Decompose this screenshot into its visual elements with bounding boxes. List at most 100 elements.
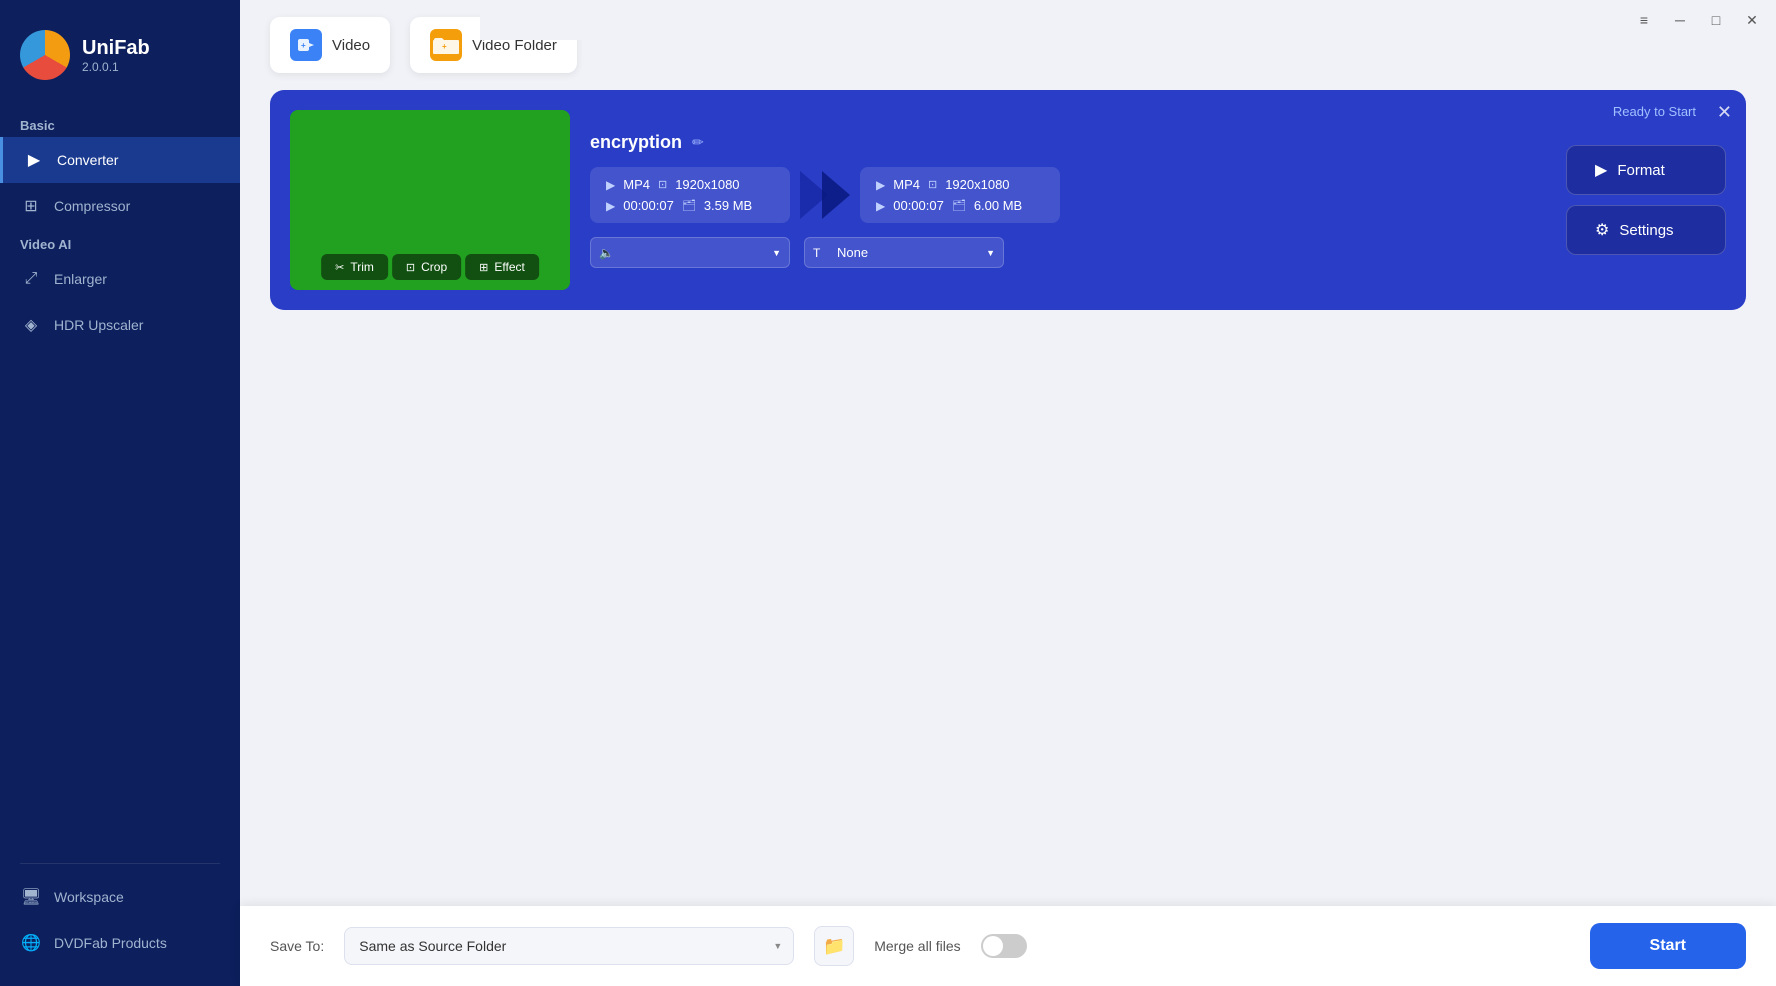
trim-button[interactable]: ✂ Trim xyxy=(321,254,388,280)
audio-select-wrapper: 🔈 ▼ xyxy=(590,237,790,268)
output-info-box: ▶ MP4 ⊡ 1920x1080 ▶ 00:00:07 🗂 6.00 MB xyxy=(860,167,1060,223)
right-buttons: ▶ Format ⚙ Settings xyxy=(1566,145,1726,255)
source-size: 3.59 MB xyxy=(704,198,752,213)
video-name: encryption xyxy=(590,132,682,153)
folder-browse-icon: 📁 xyxy=(823,936,845,957)
settings-btn-label: Settings xyxy=(1619,222,1673,239)
output-resolution: 1920x1080 xyxy=(945,177,1009,192)
minimize-button[interactable]: ─ xyxy=(1666,6,1694,34)
sidebar: UniFab 2.0.0.1 Basic ▶ Converter ⊞ Compr… xyxy=(0,0,240,986)
source-format-line: ▶ MP4 ⊡ 1920x1080 xyxy=(606,177,774,192)
output-size: 6.00 MB xyxy=(974,198,1022,213)
output-time-line: ▶ 00:00:07 🗂 6.00 MB xyxy=(876,198,1044,213)
sidebar-divider xyxy=(20,863,220,864)
save-to-select-wrapper: Same as Source Folder Custom Folder xyxy=(344,927,794,965)
add-video-icon: + xyxy=(290,29,322,61)
sidebar-item-compressor-label: Compressor xyxy=(54,198,130,214)
source-size-icon: 🗂 xyxy=(682,199,696,212)
source-duration: 00:00:07 xyxy=(623,198,674,213)
output-resolution-icon: ⊡ xyxy=(928,178,937,191)
folder-browse-button[interactable]: 📁 xyxy=(814,926,854,966)
settings-btn-icon: ⚙ xyxy=(1595,220,1609,240)
sidebar-item-hdr[interactable]: ◈ HDR Upscaler xyxy=(0,302,240,348)
source-time-line: ▶ 00:00:07 🗂 3.59 MB xyxy=(606,198,774,213)
app-logo-icon xyxy=(20,30,70,80)
sidebar-item-dvdfab-label: DVDFab Products xyxy=(54,935,167,951)
sidebar-item-enlarger-label: Enlarger xyxy=(54,271,107,287)
merge-label: Merge all files xyxy=(874,938,960,954)
sidebar-item-workspace-label: Workspace xyxy=(54,889,124,905)
video-thumbnail: ✂ Trim ⊡ Crop ⊞ Effect xyxy=(290,110,570,290)
format-row: ▶ MP4 ⊡ 1920x1080 ▶ 00:00:07 🗂 3.59 MB xyxy=(590,167,1546,223)
output-format-icon: ▶ xyxy=(876,178,885,192)
source-resolution: 1920x1080 xyxy=(675,177,739,192)
subtitle-select[interactable]: None xyxy=(804,237,1004,268)
sidebar-item-workspace[interactable]: 🖥 Workspace xyxy=(0,874,240,920)
output-format: MP4 xyxy=(893,177,920,192)
content-area: ✂ Trim ⊡ Crop ⊞ Effect encryption xyxy=(240,90,1776,906)
svg-text:+: + xyxy=(442,42,447,51)
output-size-icon: 🗂 xyxy=(952,199,966,212)
sidebar-item-dvdfab[interactable]: 🌐 DVDFab Products xyxy=(0,920,240,966)
bottom-bar: Save To: Same as Source Folder Custom Fo… xyxy=(240,906,1776,986)
add-folder-icon: + xyxy=(430,29,462,61)
sidebar-item-hdr-label: HDR Upscaler xyxy=(54,317,143,333)
audio-subtitle-row: 🔈 ▼ T None ▼ xyxy=(590,237,1546,268)
arrow-2 xyxy=(822,171,850,219)
save-to-select[interactable]: Same as Source Folder Custom Folder xyxy=(344,927,794,965)
main-content: ≡ ─ □ ✕ + Video + Video Folder xyxy=(240,0,1776,986)
source-format-icon: ▶ xyxy=(606,178,615,192)
format-button[interactable]: ▶ Format xyxy=(1566,145,1726,195)
sidebar-section-video-ai: Video AI xyxy=(0,229,240,256)
format-btn-label: Format xyxy=(1617,162,1665,179)
start-button[interactable]: Start xyxy=(1590,923,1746,969)
app-name: UniFab xyxy=(82,37,150,60)
sidebar-item-enlarger[interactable]: ⤢ Enlarger xyxy=(0,256,240,302)
maximize-button[interactable]: □ xyxy=(1702,6,1730,34)
app-version: 2.0.0.1 xyxy=(82,60,150,74)
output-duration: 00:00:07 xyxy=(893,198,944,213)
trim-label: Trim xyxy=(350,260,374,274)
video-info: encryption ✏ ▶ MP4 ⊡ 1920x1080 ▶ xyxy=(590,132,1546,268)
source-resolution-icon: ⊡ xyxy=(658,178,667,191)
effect-label: Effect xyxy=(494,260,524,274)
dvdfab-icon: 🌐 xyxy=(20,932,42,954)
logo-area: UniFab 2.0.0.1 xyxy=(0,20,240,110)
arrow-connector xyxy=(800,171,850,219)
workspace-icon: 🖥 xyxy=(20,886,42,908)
add-video-button[interactable]: + Video xyxy=(270,17,390,73)
ready-label: Ready to Start xyxy=(1613,104,1696,119)
settings-button[interactable]: ⚙ Settings xyxy=(1566,205,1726,255)
effect-button[interactable]: ⊞ Effect xyxy=(465,254,539,280)
sidebar-bottom: 🖥 Workspace 🌐 DVDFab Products xyxy=(0,853,240,986)
source-time-icon: ▶ xyxy=(606,199,615,213)
compressor-icon: ⊞ xyxy=(20,195,42,217)
title-bar: ≡ ─ □ ✕ xyxy=(480,0,1776,40)
save-to-label: Save To: xyxy=(270,938,324,954)
logo-text: UniFab 2.0.0.1 xyxy=(82,37,150,74)
hdr-icon: ◈ xyxy=(20,314,42,336)
video-card: ✂ Trim ⊡ Crop ⊞ Effect encryption xyxy=(270,90,1746,310)
trim-icon: ✂ xyxy=(335,261,344,274)
crop-icon: ⊡ xyxy=(406,261,415,274)
menu-button[interactable]: ≡ xyxy=(1630,6,1658,34)
enlarger-icon: ⤢ xyxy=(20,268,42,290)
format-btn-icon: ▶ xyxy=(1595,160,1607,180)
effect-icon: ⊞ xyxy=(479,261,488,274)
card-close-button[interactable]: ✕ xyxy=(1717,102,1732,123)
sidebar-item-compressor[interactable]: ⊞ Compressor xyxy=(0,183,240,229)
output-time-icon: ▶ xyxy=(876,199,885,213)
close-button[interactable]: ✕ xyxy=(1738,6,1766,34)
sidebar-item-converter[interactable]: ▶ Converter xyxy=(0,137,240,183)
audio-select[interactable] xyxy=(590,237,790,268)
crop-button[interactable]: ⊡ Crop xyxy=(392,254,461,280)
source-info-box: ▶ MP4 ⊡ 1920x1080 ▶ 00:00:07 🗂 3.59 MB xyxy=(590,167,790,223)
add-video-label: Video xyxy=(332,37,370,54)
merge-toggle[interactable] xyxy=(981,934,1027,958)
sidebar-item-converter-label: Converter xyxy=(57,152,118,168)
output-format-line: ▶ MP4 ⊡ 1920x1080 xyxy=(876,177,1044,192)
edit-icon[interactable]: ✏ xyxy=(692,134,704,151)
sidebar-section-basic: Basic xyxy=(0,110,240,137)
svg-text:+: + xyxy=(301,41,306,50)
converter-icon: ▶ xyxy=(23,149,45,171)
